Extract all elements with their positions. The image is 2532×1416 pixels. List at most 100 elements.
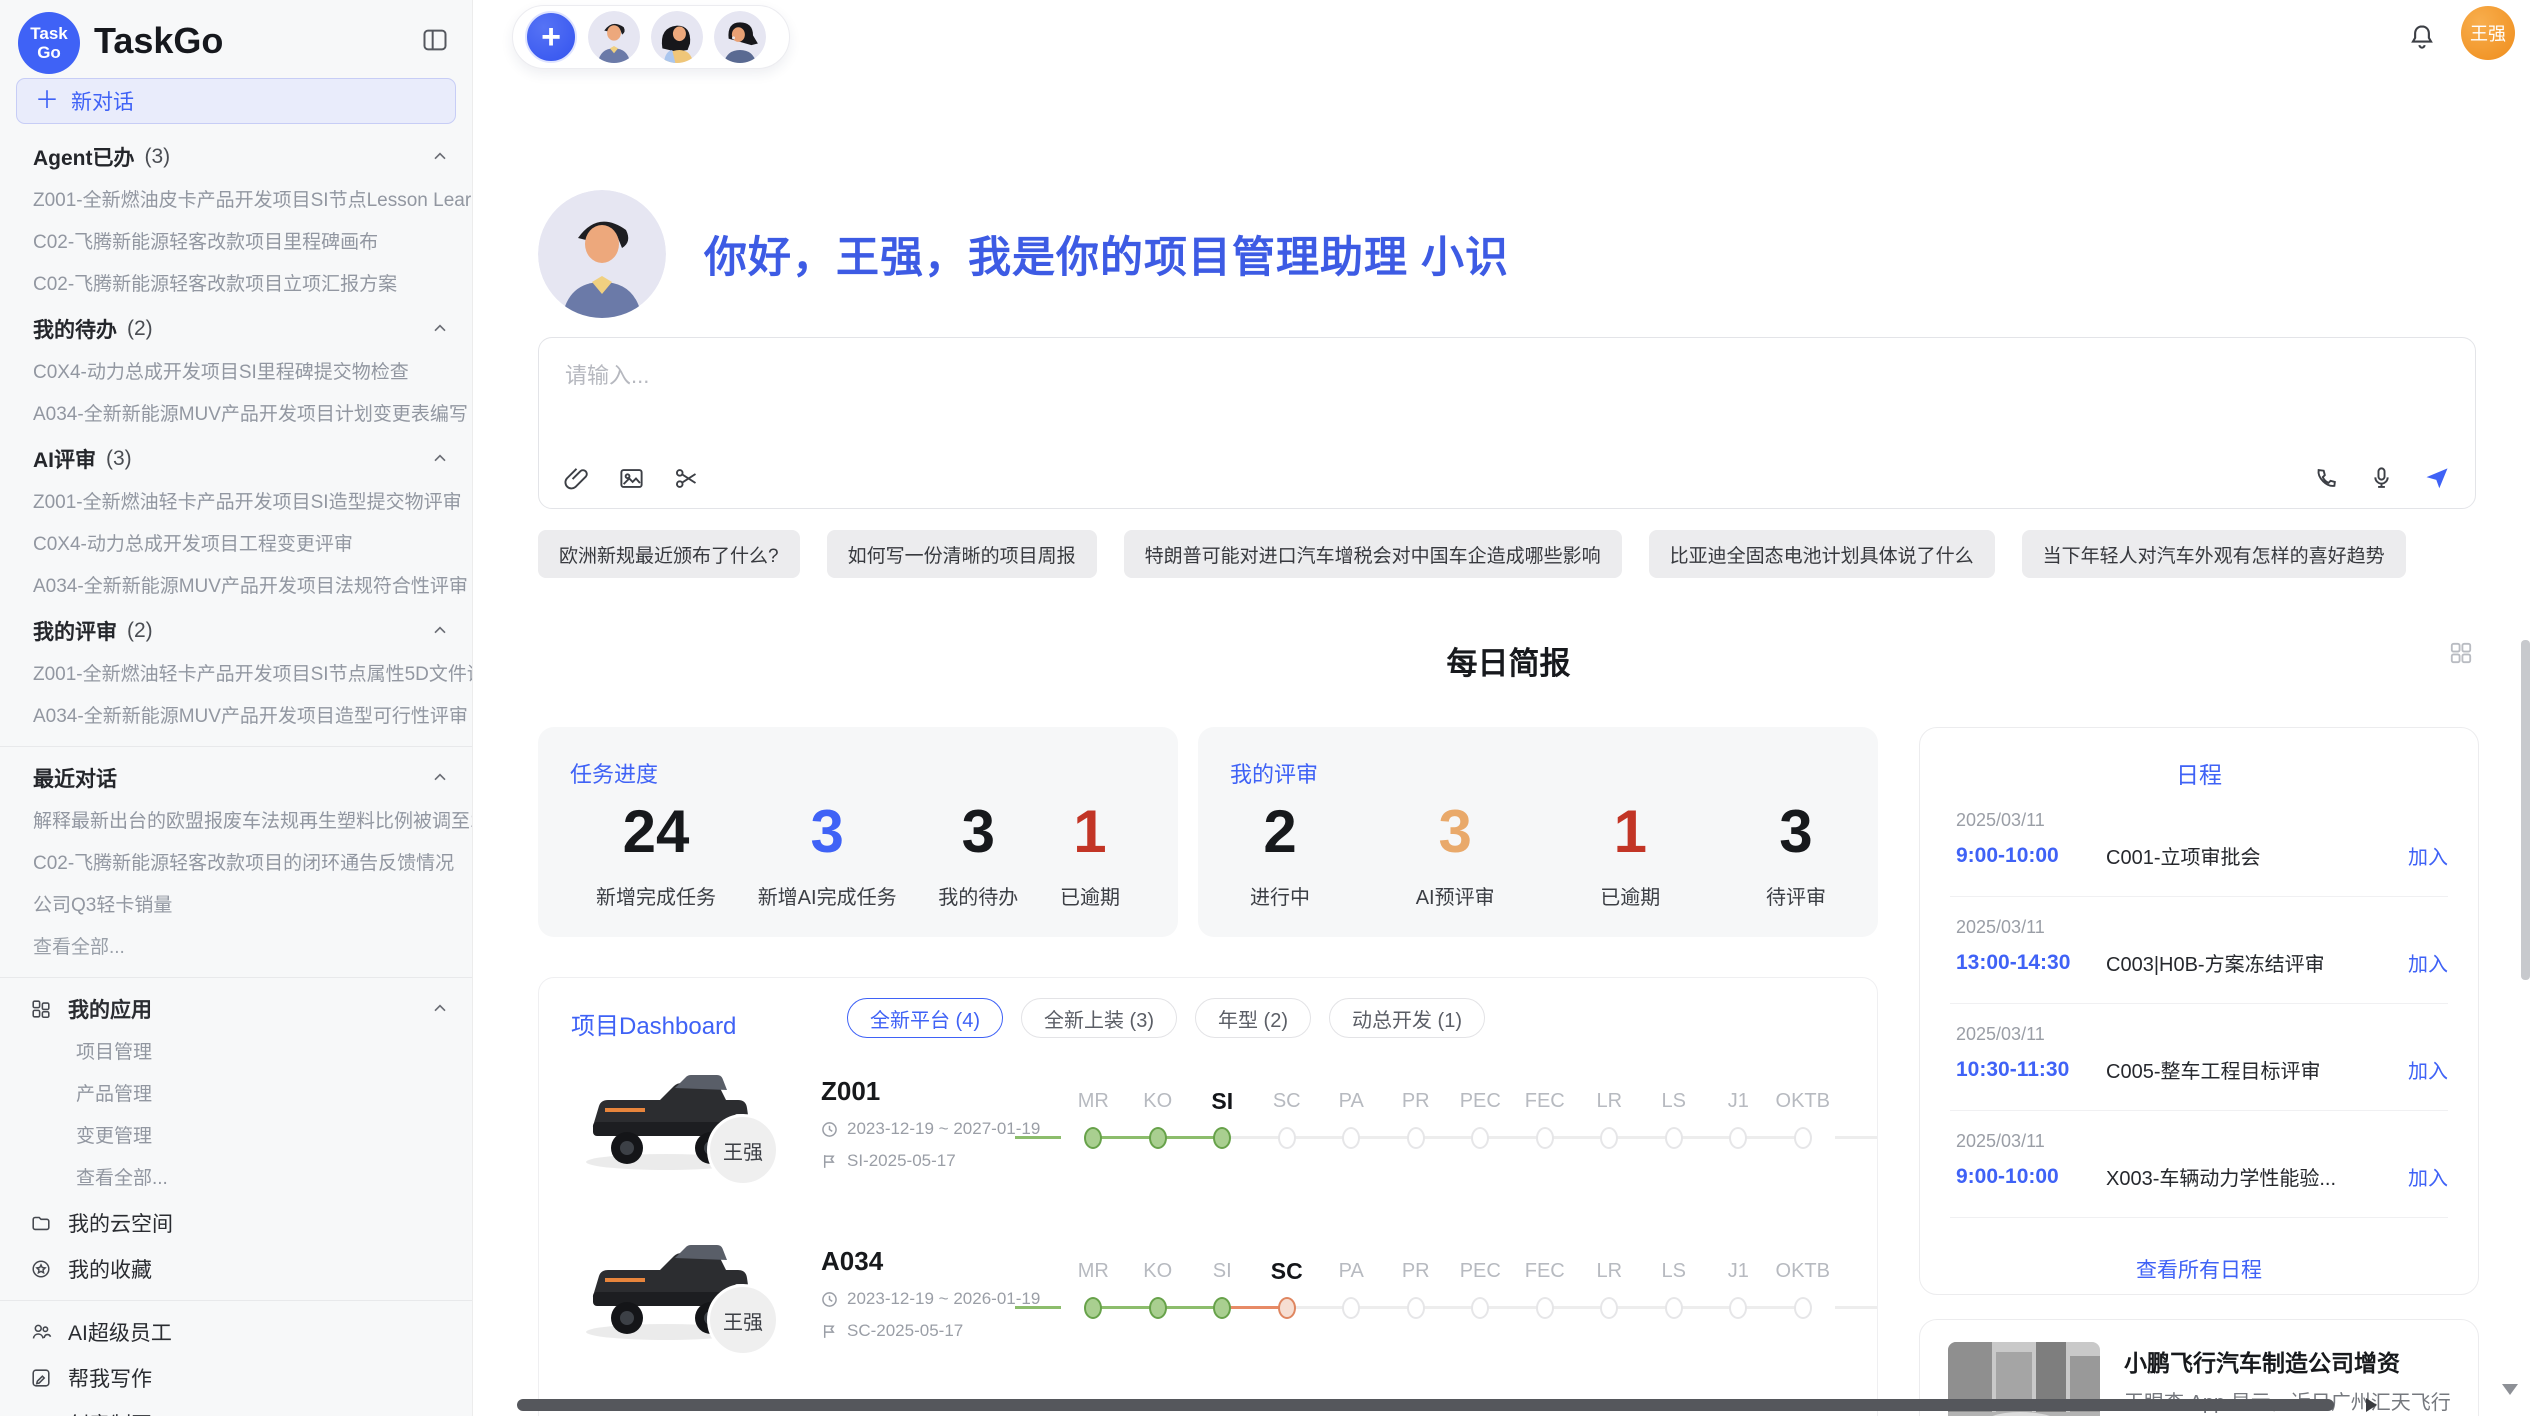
- app-item[interactable]: 产品管理: [0, 1074, 472, 1116]
- apps-view-all-link[interactable]: 查看全部...: [0, 1158, 472, 1200]
- suggestion-chip[interactable]: 如何写一份清晰的项目周报: [827, 530, 1097, 578]
- chevron-up-icon[interactable]: [430, 147, 450, 167]
- milestone-label: SI: [1190, 1256, 1255, 1290]
- sidebar-collapse-icon[interactable]: [420, 26, 450, 54]
- suggestion-chip[interactable]: 比亚迪全固态电池计划具体说了什么: [1649, 530, 1995, 578]
- dashboard-tab[interactable]: 动总开发 (1): [1329, 998, 1485, 1038]
- recent-chats-header[interactable]: 最近对话: [0, 755, 472, 801]
- sidebar-task-item[interactable]: Z001-全新燃油轻卡产品开发项目SI造型提交物评审: [0, 482, 472, 524]
- milestone[interactable]: J1: [1706, 1086, 1771, 1150]
- vertical-scrollbar-thumb[interactable]: [2521, 640, 2530, 980]
- sidebar-task-item[interactable]: A034-全新新能源MUV产品开发项目法规符合性评审: [0, 566, 472, 608]
- sidebar-section-header[interactable]: 我的待办 (2): [0, 306, 472, 352]
- chevron-up-icon[interactable]: [430, 449, 450, 469]
- layout-grid-icon[interactable]: [2448, 640, 2474, 666]
- milestone[interactable]: FEC: [1513, 1086, 1578, 1150]
- horizontal-scrollbar-thumb[interactable]: [517, 1399, 2334, 1411]
- recent-chat-item[interactable]: C02-飞腾新能源轻客改款项目的闭环通告反馈情况: [0, 843, 472, 885]
- sidebar-section-header[interactable]: 我的评审 (2): [0, 608, 472, 654]
- recent-chat-item[interactable]: 解释最新出台的欧盟报废车法规再生塑料比例被调至15%...: [0, 801, 472, 843]
- schedule-join-link[interactable]: 加入: [2408, 948, 2448, 977]
- sidebar-task-item[interactable]: Z001-全新燃油轻卡产品开发项目SI节点属性5D文件评审: [0, 654, 472, 696]
- notification-bell-icon[interactable]: [2407, 22, 2437, 52]
- mic-icon[interactable]: [2368, 465, 2395, 492]
- sidebar-task-item[interactable]: C02-飞腾新能源轻客改款项目立项汇报方案: [0, 264, 472, 306]
- sidebar-task-item[interactable]: A034-全新新能源MUV产品开发项目计划变更表编写: [0, 394, 472, 436]
- view-all-schedule-link[interactable]: 查看所有日程: [1920, 1254, 2478, 1284]
- creative-draw-item[interactable]: 创意制图: [0, 1401, 472, 1416]
- schedule-join-link[interactable]: 加入: [2408, 1055, 2448, 1084]
- member-avatar-2[interactable]: [651, 11, 703, 63]
- app-item[interactable]: 变更管理: [0, 1116, 472, 1158]
- chevron-up-icon[interactable]: [430, 621, 450, 641]
- milestone[interactable]: SC: [1255, 1086, 1320, 1150]
- milestone[interactable]: SC: [1255, 1256, 1320, 1320]
- member-avatar-3[interactable]: [714, 11, 766, 63]
- milestone[interactable]: PR: [1384, 1086, 1449, 1150]
- recent-view-all-link[interactable]: 查看全部...: [0, 927, 472, 969]
- sidebar-task-item[interactable]: Z001-全新燃油皮卡产品开发项目SI节点Lesson Learn报告: [0, 180, 472, 222]
- milestone[interactable]: MR: [1061, 1256, 1126, 1320]
- milestone[interactable]: PEC: [1448, 1256, 1513, 1320]
- sidebar-task-item[interactable]: C02-飞腾新能源轻客改款项目里程碑画布: [0, 222, 472, 264]
- chevron-up-icon[interactable]: [430, 999, 450, 1019]
- scroll-down-arrow-icon[interactable]: [2502, 1384, 2518, 1395]
- ai-super-staff-item[interactable]: AI超级员工: [0, 1309, 472, 1355]
- sidebar-task-item[interactable]: A034-全新新能源MUV产品开发项目造型可行性评审: [0, 696, 472, 738]
- milestone[interactable]: MR: [1061, 1086, 1126, 1150]
- milestone[interactable]: PA: [1319, 1256, 1384, 1320]
- scissors-icon[interactable]: [673, 465, 700, 492]
- milestone[interactable]: PEC: [1448, 1086, 1513, 1150]
- stat-label: 已逾期: [1060, 881, 1120, 910]
- section-title: AI评审: [33, 444, 96, 474]
- milestone[interactable]: KO: [1126, 1256, 1191, 1320]
- my-cloud-item[interactable]: 我的云空间: [0, 1200, 472, 1246]
- sidebar-task-item[interactable]: C0X4-动力总成开发项目SI里程碑提交物检查: [0, 352, 472, 394]
- sidebar-task-item[interactable]: C0X4-动力总成开发项目工程变更评审: [0, 524, 472, 566]
- suggestion-chip[interactable]: 当下年轻人对汽车外观有怎样的喜好趋势: [2022, 530, 2406, 578]
- suggestion-chip[interactable]: 特朗普可能对进口汽车增税会对中国车企造成哪些影响: [1124, 530, 1622, 578]
- add-member-button[interactable]: +: [525, 11, 577, 63]
- chevron-up-icon[interactable]: [430, 768, 450, 788]
- app-item[interactable]: 项目管理: [0, 1032, 472, 1074]
- milestone[interactable]: FEC: [1513, 1256, 1578, 1320]
- milestone[interactable]: PR: [1384, 1256, 1449, 1320]
- milestone[interactable]: PA: [1319, 1086, 1384, 1150]
- user-avatar[interactable]: 王强: [2461, 6, 2515, 60]
- member-avatar-1[interactable]: [588, 11, 640, 63]
- milestone[interactable]: KO: [1126, 1086, 1191, 1150]
- new-chat-button[interactable]: ＋ 新对话: [16, 78, 456, 124]
- milestone[interactable]: LS: [1642, 1086, 1707, 1150]
- chevron-up-icon[interactable]: [430, 319, 450, 339]
- scroll-right-arrow-icon[interactable]: [2366, 1398, 2377, 1412]
- schedule-join-link[interactable]: 加入: [2408, 1162, 2448, 1191]
- help-write-item[interactable]: 帮我写作: [0, 1355, 472, 1401]
- project-row[interactable]: 王强 A034 2023-12-19 ~ 2026-01-19: [539, 1226, 1878, 1396]
- milestone-label: LR: [1577, 1256, 1642, 1290]
- sidebar-section-header[interactable]: Agent已办 (3): [0, 134, 472, 180]
- dashboard-tab[interactable]: 全新上装 (3): [1021, 998, 1177, 1038]
- schedule-join-link[interactable]: 加入: [2408, 841, 2448, 870]
- milestone[interactable]: J1: [1706, 1256, 1771, 1320]
- milestone[interactable]: OKTB: [1771, 1086, 1836, 1150]
- milestone-label: PR: [1384, 1086, 1449, 1120]
- dashboard-tab[interactable]: 年型 (2): [1195, 998, 1311, 1038]
- milestone[interactable]: LR: [1577, 1086, 1642, 1150]
- recent-chat-item[interactable]: 公司Q3轻卡销量: [0, 885, 472, 927]
- phone-icon[interactable]: [2313, 465, 2340, 492]
- send-icon[interactable]: [2423, 464, 2451, 492]
- milestone[interactable]: LR: [1577, 1256, 1642, 1320]
- attachment-icon[interactable]: [563, 465, 590, 492]
- chat-input[interactable]: [565, 358, 2449, 394]
- project-row[interactable]: 王强 Z001 2023-12-19 ~ 2027-01-19: [539, 1056, 1878, 1226]
- image-icon[interactable]: [618, 465, 645, 492]
- dashboard-tab[interactable]: 全新平台 (4): [847, 998, 1003, 1038]
- my-apps-header[interactable]: 我的应用: [0, 986, 472, 1032]
- milestone[interactable]: SI: [1190, 1086, 1255, 1150]
- suggestion-chip[interactable]: 欧洲新规最近颁布了什么?: [538, 530, 800, 578]
- milestone[interactable]: LS: [1642, 1256, 1707, 1320]
- milestone[interactable]: OKTB: [1771, 1256, 1836, 1320]
- milestone[interactable]: SI: [1190, 1256, 1255, 1320]
- sidebar-section-header[interactable]: AI评审 (3): [0, 436, 472, 482]
- my-favorites-item[interactable]: 我的收藏: [0, 1246, 472, 1292]
